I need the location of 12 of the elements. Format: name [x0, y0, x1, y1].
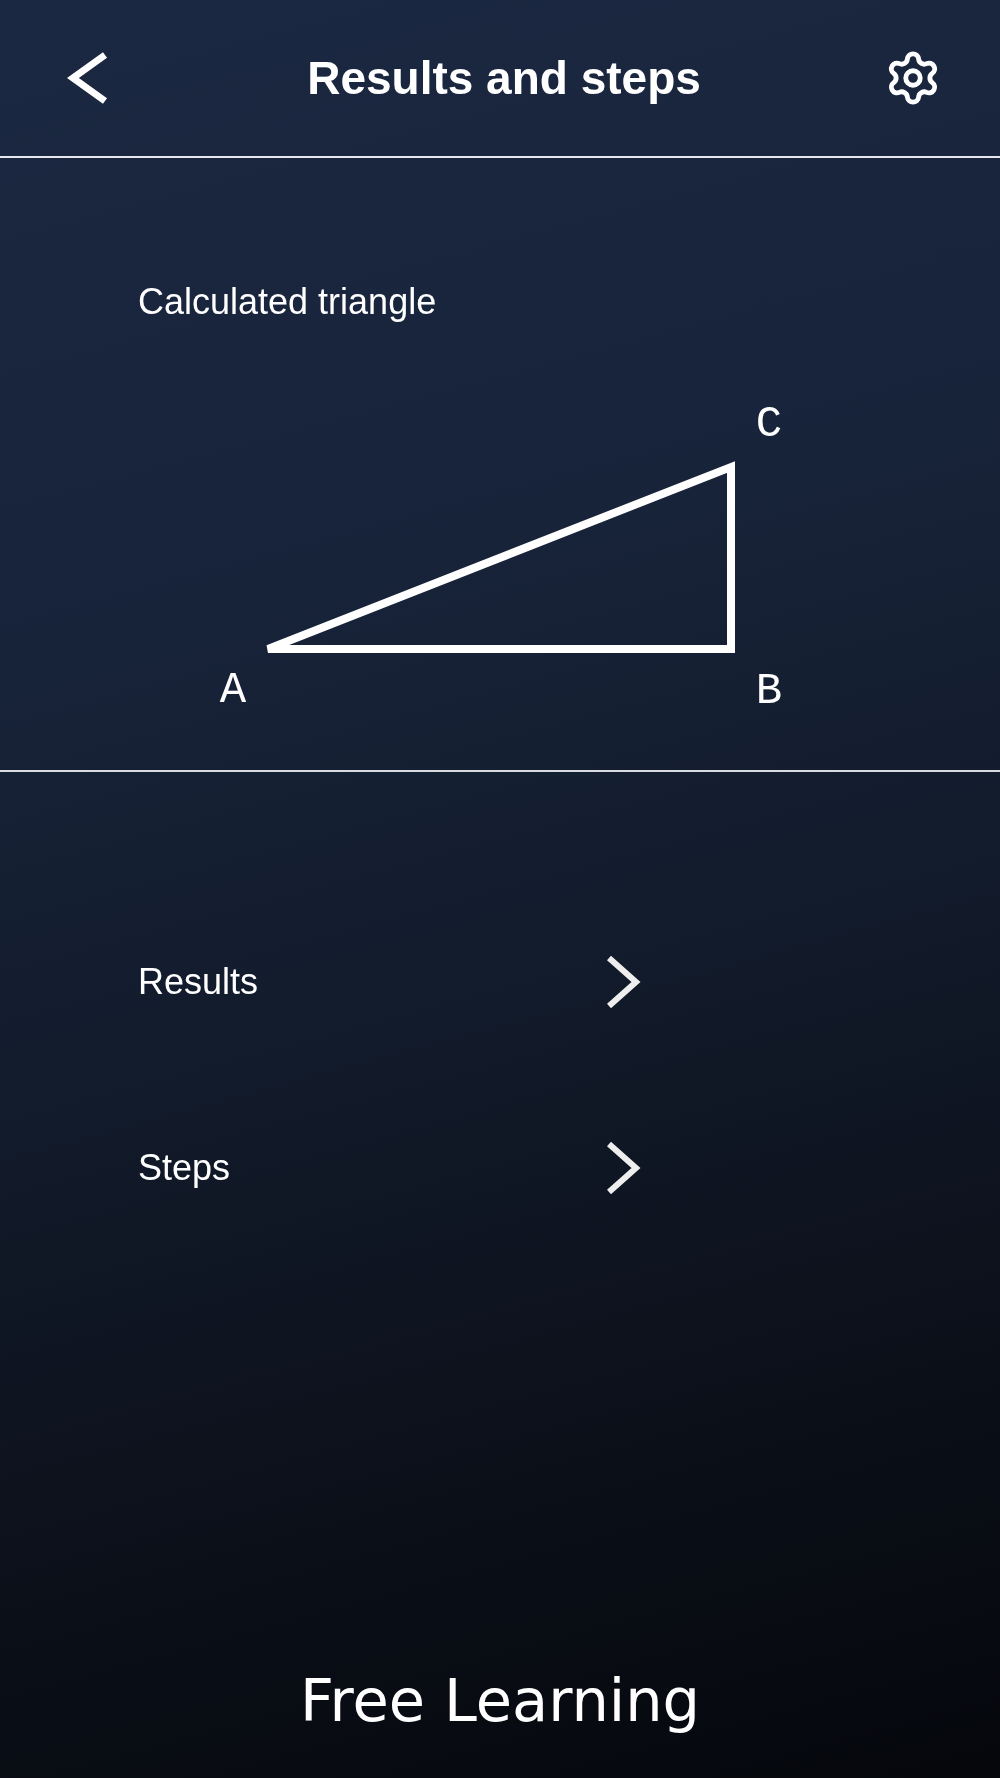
vertex-label: A: [219, 665, 247, 715]
back-button[interactable]: [66, 51, 110, 105]
logo-wordmark: Free Learning: [299, 1666, 701, 1736]
page-title: Results and steps: [307, 51, 701, 105]
panel-caption: Calculated triangle: [138, 282, 437, 322]
chevron-right-icon: [605, 955, 641, 1009]
vertex-label: B: [755, 666, 783, 716]
menu-link[interactable]: Steps: [138, 1138, 641, 1198]
vertex-label: C: [755, 399, 783, 449]
chevron-right-icon: [605, 1141, 641, 1195]
menu-link[interactable]: Results: [138, 952, 641, 1012]
chevron-left-icon: [66, 51, 110, 105]
